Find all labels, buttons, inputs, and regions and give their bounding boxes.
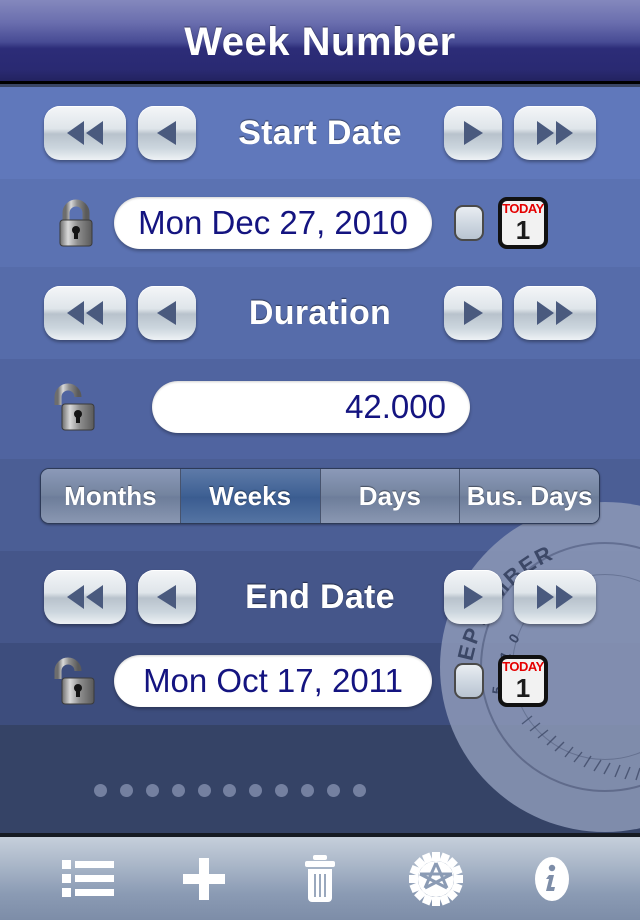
page-dot[interactable] [120, 783, 134, 797]
page-dot[interactable] [249, 783, 263, 797]
today-day-number: 1 [515, 673, 531, 703]
page-title: Week Number [184, 20, 456, 64]
duration-units-segmented-control[interactable]: Months Weeks Days Bus. Days [40, 468, 600, 524]
end-date-toggle-button[interactable] [454, 663, 484, 699]
skip-backward-icon [67, 121, 103, 145]
duration-forward-button[interactable] [514, 286, 596, 340]
duration-field[interactable]: 42.000 [152, 381, 470, 433]
end-date-today-button[interactable]: TODAY 1 [498, 655, 548, 707]
gear-icon [409, 851, 463, 906]
step-backward-icon [157, 301, 176, 325]
start-date-today-button[interactable]: TODAY 1 [498, 197, 548, 249]
end-date-label: End Date [245, 577, 395, 616]
trash-icon [305, 854, 335, 902]
step-backward-icon [157, 585, 176, 609]
end-date-rewind-button[interactable] [44, 570, 126, 624]
duration-next-button[interactable] [444, 286, 502, 340]
duration-label: Duration [248, 293, 392, 332]
skip-backward-icon [67, 585, 103, 609]
duration-rewind-button[interactable] [44, 286, 126, 340]
start-date-next-button[interactable] [444, 106, 502, 160]
plus-icon [183, 857, 225, 900]
info-button[interactable] [515, 846, 589, 912]
step-forward-icon [464, 121, 483, 145]
end-date-forward-button[interactable] [514, 570, 596, 624]
start-date-value: Mon Dec 27, 2010 [138, 204, 408, 241]
lock-open-icon[interactable] [48, 379, 104, 435]
page-dot[interactable] [352, 783, 366, 797]
skip-backward-icon [67, 301, 103, 325]
page-dot[interactable] [94, 783, 108, 797]
skip-forward-icon [537, 121, 573, 145]
start-date-value-row: Mon Dec 27, 2010 TODAY 1 [0, 179, 640, 267]
end-date-value-row: Mon Oct 17, 2011 TODAY 1 [0, 637, 640, 725]
step-backward-icon [157, 121, 176, 145]
page-dot[interactable] [197, 783, 211, 797]
settings-button[interactable] [399, 846, 473, 912]
skip-forward-icon [537, 585, 573, 609]
end-date-nav-row: End Date [0, 551, 640, 643]
list-button[interactable] [51, 846, 125, 912]
end-date-field[interactable]: Mon Oct 17, 2011 [114, 655, 432, 707]
segment-months[interactable]: Months [41, 469, 181, 523]
end-date-value: Mon Oct 17, 2011 [143, 662, 403, 699]
start-date-nav-row: Start Date [0, 87, 640, 179]
page-dot[interactable] [326, 783, 340, 797]
page-dots[interactable] [0, 775, 460, 805]
add-button[interactable] [167, 846, 241, 912]
start-date-field[interactable]: Mon Dec 27, 2010 [114, 197, 432, 249]
today-label: TODAY [502, 201, 544, 216]
segment-days[interactable]: Days [320, 469, 461, 523]
end-date-prev-button[interactable] [138, 570, 196, 624]
skip-forward-icon [537, 301, 573, 325]
start-date-label: Start Date [238, 113, 402, 152]
duration-value-row: 42.000 [0, 363, 640, 451]
duration-nav-row: Duration [0, 267, 640, 359]
page-dot[interactable] [146, 783, 160, 797]
step-forward-icon [464, 301, 483, 325]
delete-button[interactable] [283, 846, 357, 912]
start-date-rewind-button[interactable] [44, 106, 126, 160]
title-bar: Week Number [0, 0, 640, 84]
page-dot[interactable] [300, 783, 314, 797]
today-label: TODAY [502, 659, 544, 674]
start-date-forward-button[interactable] [514, 106, 596, 160]
lock-closed-icon[interactable] [48, 195, 104, 251]
duration-value: 42.000 [345, 388, 446, 425]
page-dot[interactable] [275, 783, 289, 797]
page-dot[interactable] [223, 783, 237, 797]
segment-weeks[interactable]: Weeks [180, 469, 321, 523]
today-day-number: 1 [515, 215, 531, 245]
info-icon [535, 856, 569, 901]
duration-prev-button[interactable] [138, 286, 196, 340]
segment-bus-days[interactable]: Bus. Days [460, 469, 599, 523]
start-date-toggle-button[interactable] [454, 205, 484, 241]
step-forward-icon [464, 585, 483, 609]
list-icon [62, 859, 114, 897]
page-dot[interactable] [171, 783, 185, 797]
start-date-prev-button[interactable] [138, 106, 196, 160]
bottom-toolbar [0, 833, 640, 920]
dial-tick-marks [521, 715, 640, 781]
end-date-next-button[interactable] [444, 570, 502, 624]
lock-open-icon[interactable] [48, 653, 104, 709]
